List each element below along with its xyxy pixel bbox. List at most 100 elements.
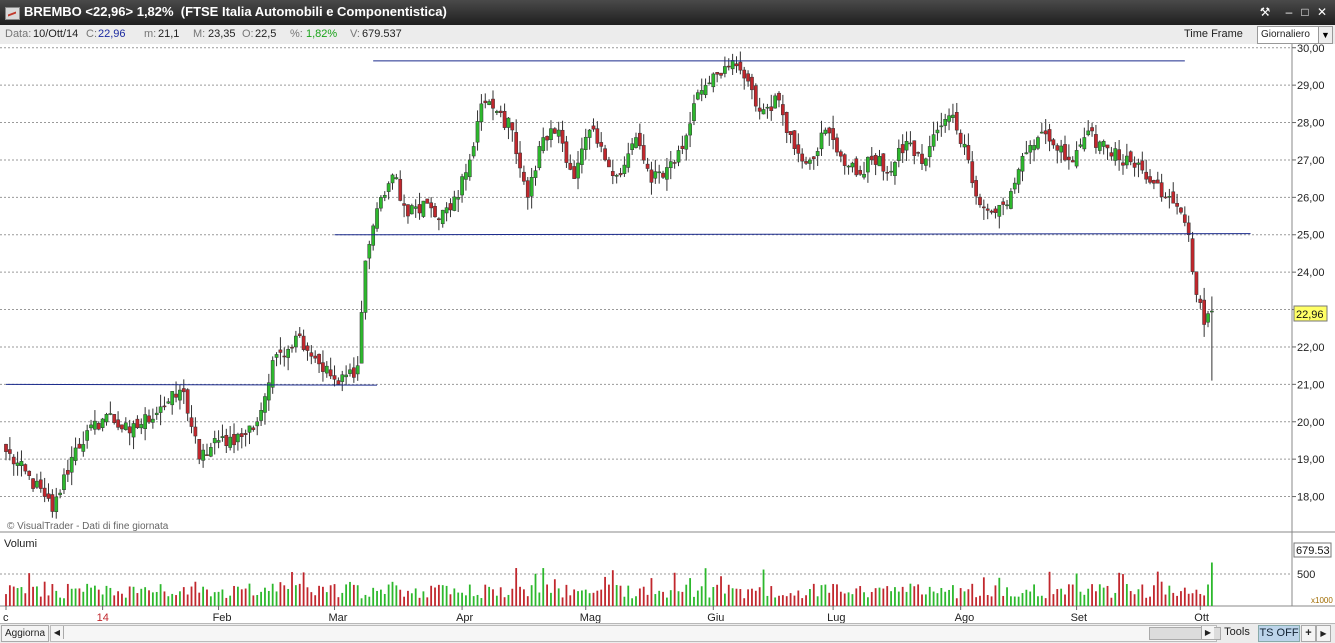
- volume-bar: [1203, 595, 1206, 606]
- candle-body: [444, 207, 449, 214]
- volume-bar: [1010, 596, 1012, 606]
- volume-bar: [646, 594, 649, 606]
- volume-bar: [310, 592, 313, 606]
- volume-bar: [368, 596, 371, 606]
- candle-body: [375, 208, 379, 229]
- volume-bar: [538, 592, 541, 606]
- candle-body: [178, 389, 182, 401]
- candle-body: [390, 174, 395, 184]
- candle-body: [208, 447, 213, 457]
- volume-bar: [476, 594, 479, 606]
- volume-bar: [213, 592, 216, 606]
- candle-body: [630, 143, 634, 151]
- candle-body: [993, 208, 998, 213]
- volume-bar: [325, 592, 328, 606]
- volume-bar: [495, 595, 498, 606]
- volume-bar: [666, 597, 668, 606]
- candle-body: [166, 401, 171, 404]
- candle-body: [421, 200, 426, 217]
- candle-body: [858, 170, 863, 175]
- candle-body: [89, 424, 93, 429]
- volume-bar: [70, 588, 73, 606]
- timeframe-select[interactable]: Giornaliero ▼: [1257, 26, 1333, 44]
- expand-arrow-icon[interactable]: ▶: [1316, 625, 1331, 642]
- volume-bar: [124, 597, 127, 606]
- volume-bar: [407, 590, 409, 606]
- volume-bar: [747, 589, 749, 606]
- volume-bar: [851, 594, 854, 606]
- volume-bar: [298, 583, 301, 606]
- candle-body: [773, 95, 777, 109]
- candle-body: [846, 165, 851, 168]
- volume-bar: [592, 592, 595, 606]
- tools-button[interactable]: Tools: [1218, 625, 1256, 640]
- candle-body: [688, 123, 692, 136]
- volume-bar: [573, 589, 576, 606]
- candle-body: [120, 424, 124, 430]
- volume-bar: [43, 581, 46, 606]
- candle-body: [1175, 203, 1179, 207]
- volume-bar: [441, 585, 444, 606]
- candle-body: [1155, 179, 1160, 184]
- volume-bar: [542, 568, 545, 606]
- candle-body: [355, 365, 360, 375]
- candle-body: [1140, 160, 1145, 171]
- volume-bar: [1025, 589, 1028, 606]
- close-icon[interactable]: ✕: [1315, 5, 1329, 19]
- candle-body: [1128, 151, 1133, 163]
- volume-bar: [217, 591, 220, 606]
- candle-body: [819, 132, 824, 150]
- candle-body: [626, 153, 631, 168]
- candle-body: [1024, 152, 1029, 155]
- volume-bar: [1160, 581, 1163, 606]
- maximize-icon[interactable]: □: [1298, 5, 1312, 19]
- volume-bar: [105, 585, 108, 606]
- volume-bar: [175, 595, 177, 606]
- candle-body: [610, 171, 615, 176]
- volume-bar: [801, 598, 804, 606]
- candle-body: [363, 260, 368, 313]
- candle-body: [413, 206, 418, 209]
- candle-body: [1105, 144, 1110, 149]
- refresh-button[interactable]: Aggiorna: [1, 625, 49, 642]
- price-tick-label: 18,00: [1297, 492, 1325, 504]
- volume-bar: [182, 587, 185, 606]
- candle-body: [386, 183, 391, 192]
- candle-body: [904, 140, 909, 151]
- volume-bar: [1017, 596, 1020, 606]
- volume-bar: [499, 587, 502, 606]
- add-button[interactable]: +: [1301, 625, 1316, 642]
- ts-off-toggle[interactable]: TS OFF: [1258, 625, 1300, 642]
- volume-bar: [121, 593, 123, 606]
- candle-body: [734, 63, 739, 67]
- volume-bar: [414, 588, 417, 606]
- volume-bar: [1102, 587, 1105, 606]
- volume-bar: [809, 589, 811, 606]
- timeframe-label: Time Frame: [1184, 28, 1243, 40]
- candle-body: [753, 85, 758, 107]
- volume-bar: [337, 597, 340, 606]
- tools-icon[interactable]: ⚒: [1258, 5, 1272, 19]
- price-chart[interactable]: 30,0029,0028,0027,0026,0025,0024,0023,00…: [0, 44, 1335, 623]
- volume-bar: [329, 585, 332, 606]
- candle-body: [417, 204, 422, 214]
- candle-body: [409, 205, 414, 215]
- candle-body: [35, 480, 39, 488]
- candle-body: [100, 418, 105, 428]
- volume-bar: [113, 595, 116, 606]
- time-scrollbar[interactable]: ◀ ▶: [50, 625, 1221, 642]
- volume-bar: [731, 588, 734, 606]
- volume-bar: [248, 583, 251, 606]
- time-tick-label: Mar: [329, 612, 348, 623]
- candle-body: [348, 369, 352, 374]
- scroll-left-icon[interactable]: ◀: [51, 626, 64, 639]
- volume-bar: [395, 585, 398, 606]
- candle-body: [815, 151, 820, 157]
- volume-bar: [546, 584, 548, 606]
- volume-bar: [148, 590, 150, 606]
- volume-bar: [758, 587, 761, 606]
- minimize-icon[interactable]: ‒: [1282, 5, 1296, 19]
- scroll-right-icon[interactable]: ▶: [1201, 626, 1214, 639]
- candle-body: [189, 417, 194, 427]
- candle-body: [595, 128, 600, 144]
